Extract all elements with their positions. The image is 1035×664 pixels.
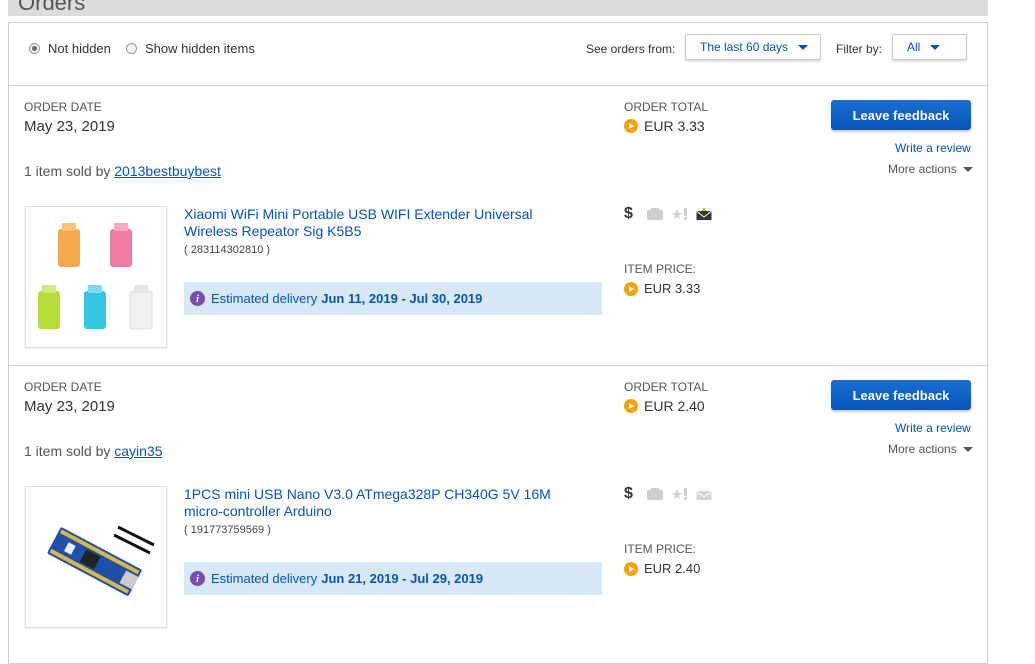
arduino-nano-image (47, 525, 155, 596)
radio-not-hidden-label: Not hidden (48, 41, 111, 56)
orders-panel: Not hidden Show hidden items See orders … (8, 22, 988, 664)
delivery-range: Jun 11, 2019 - Jul 30, 2019 (321, 291, 483, 306)
currency-coin-icon (624, 119, 638, 133)
radio-dot-selected (29, 43, 40, 54)
seller-link[interactable]: cayin35 (114, 443, 162, 459)
sold-by-prefix: 1 item sold by (24, 163, 111, 179)
usb-wifi-image (38, 223, 153, 330)
order-date-label: ORDER DATE (24, 100, 102, 114)
item-title-link[interactable]: 1PCS mini USB Nano V3.0 ATmega328P CH340… (184, 486, 574, 520)
order-total-value: EUR 3.33 (644, 118, 705, 134)
filter-by-label: Filter by: (836, 42, 883, 56)
delivery-range: Jun 21, 2019 - Jul 29, 2019 (321, 571, 484, 586)
leave-feedback-button[interactable]: Leave feedback (831, 100, 971, 130)
more-actions-label: More actions (888, 442, 957, 456)
item-price: EUR 3.33 (624, 281, 700, 296)
seller-link[interactable]: 2013bestbuybest (114, 163, 221, 179)
order-date-label: ORDER DATE (24, 380, 102, 394)
order-total: EUR 2.40 (624, 398, 705, 414)
more-actions-menu[interactable]: More actions (888, 442, 973, 456)
write-review-link[interactable]: Write a review (895, 141, 971, 155)
radio-show-hidden[interactable]: Show hidden items (126, 41, 255, 56)
order-total-value: EUR 2.40 (644, 398, 705, 414)
chevron-down-icon (798, 44, 809, 50)
estimated-delivery: i Estimated delivery Jun 11, 2019 - Jul … (184, 282, 602, 315)
chevron-down-icon (930, 44, 941, 50)
filter-bar: Not hidden Show hidden items See orders … (9, 23, 987, 86)
currency-coin-icon (624, 561, 638, 576)
filter-by-select[interactable]: All (892, 34, 967, 60)
shipping-icon (647, 208, 663, 220)
feedback-star-icon (672, 488, 687, 500)
item-price-label: ITEM PRICE: (624, 542, 697, 556)
message-envelope-icon (696, 207, 712, 220)
estimated-delivery: i Estimated delivery Jun 21, 2019 - Jul … (184, 562, 602, 595)
item-title-link[interactable]: Xiaomi WiFi Mini Portable USB WIFI Exten… (184, 206, 574, 240)
currency-coin-icon (624, 399, 638, 413)
item-price: EUR 2.40 (624, 561, 700, 576)
more-actions-menu[interactable]: More actions (888, 162, 973, 176)
page-title: Orders (18, 0, 86, 15)
sold-by-prefix: 1 item sold by (24, 443, 111, 459)
message-envelope-icon (696, 490, 712, 500)
status-icons: $ (624, 485, 712, 503)
sold-by: 1 item sold by 2013bestbuybest (24, 163, 221, 179)
order-total-label: ORDER TOTAL (624, 380, 709, 394)
order-date: May 23, 2019 (24, 398, 115, 415)
feedback-star-icon (672, 208, 687, 220)
order-date: May 23, 2019 (24, 118, 115, 135)
item-thumbnail[interactable] (25, 486, 167, 628)
dollar-paid-icon: $ (624, 205, 633, 222)
order-card: ORDER DATE May 23, 2019 ORDER TOTAL EUR … (9, 365, 987, 645)
info-icon: i (190, 291, 205, 306)
radio-show-hidden-label: Show hidden items (145, 41, 255, 56)
item-price-value: EUR 2.40 (644, 561, 701, 576)
radio-dot (126, 43, 137, 54)
order-total-label: ORDER TOTAL (624, 100, 709, 114)
sold-by: 1 item sold by cayin35 (24, 443, 163, 459)
item-price-label: ITEM PRICE: (624, 262, 697, 276)
info-icon: i (190, 571, 205, 586)
shipping-icon (647, 488, 663, 500)
dollar-paid-icon: $ (624, 485, 633, 502)
chevron-down-icon (962, 446, 973, 452)
chevron-down-icon (962, 166, 973, 172)
order-card: ORDER DATE May 23, 2019 ORDER TOTAL EUR … (9, 85, 987, 366)
more-actions-label: More actions (888, 162, 957, 176)
radio-not-hidden[interactable]: Not hidden (29, 41, 111, 56)
status-icons: $ (624, 205, 712, 223)
see-orders-from-select[interactable]: The last 60 days (685, 34, 821, 60)
order-total: EUR 3.33 (624, 118, 705, 134)
item-price-value: EUR 3.33 (644, 281, 701, 296)
estimated-delivery-label: Estimated delivery (211, 571, 318, 586)
currency-coin-icon (624, 281, 638, 296)
page-header: Orders (8, 0, 988, 16)
estimated-delivery-label: Estimated delivery (211, 291, 318, 306)
see-orders-from-value: The last 60 days (700, 40, 789, 54)
filter-by-value: All (907, 40, 921, 54)
write-review-link[interactable]: Write a review (895, 421, 971, 435)
item-thumbnail[interactable] (25, 206, 167, 348)
item-number: ( 191773759569 ) (184, 524, 271, 536)
leave-feedback-button[interactable]: Leave feedback (831, 380, 971, 410)
see-orders-from-label: See orders from: (586, 42, 676, 56)
item-number: ( 283114302810 ) (184, 244, 271, 256)
